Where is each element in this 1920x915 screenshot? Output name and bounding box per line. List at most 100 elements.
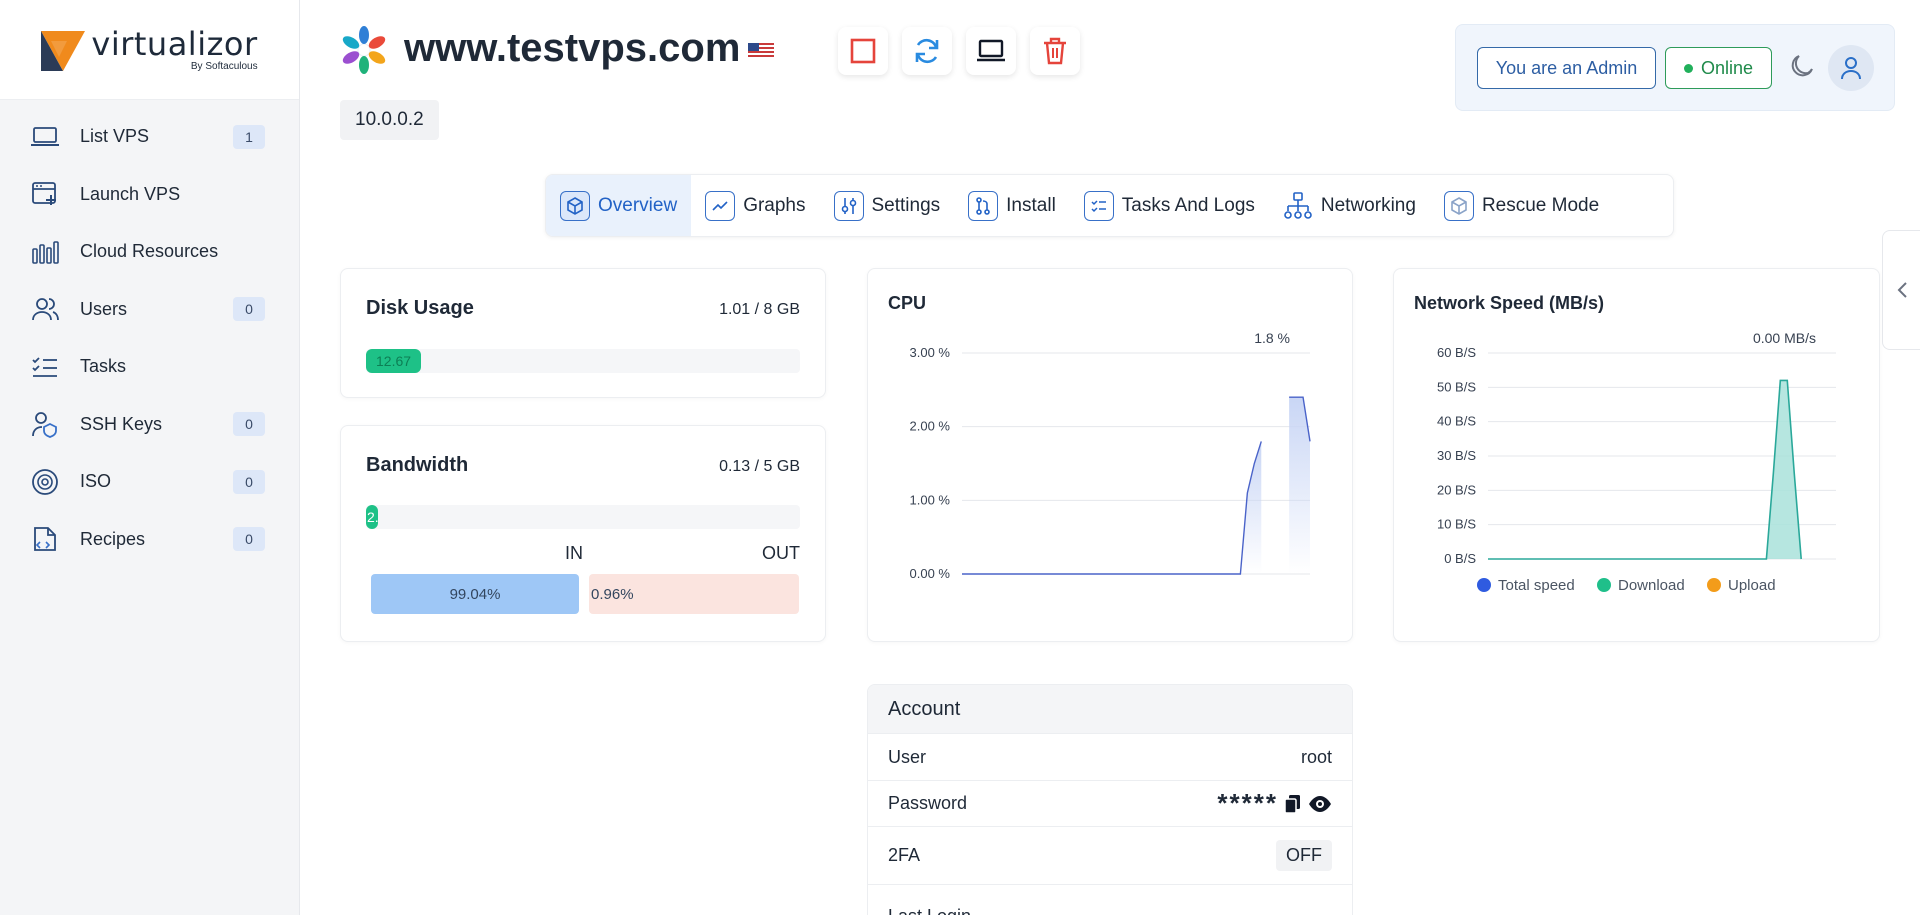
sidebar-item-label: Cloud Resources [80,241,219,262]
count-badge: 0 [233,469,265,494]
download-line [1488,379,1802,560]
disk-progress-track: 12.67 [366,349,800,373]
network-chart: 0 B/S 10 B/S 20 B/S 30 B/S 40 B/S 50 B/S 60 B/… [1437,330,1836,594]
network-icon [1283,191,1313,221]
network-speed-card: Network Speed (MB/s) 0 B/S 10 B/S 20 B/S 30… [1393,268,1880,642]
account-card: Account User root Password ***** 2FA OFF… [867,684,1353,915]
count-badge: 1 [233,124,265,149]
eye-icon[interactable] [1308,795,1332,813]
disk-progress-fill: 12.67 [366,349,421,373]
card-title: Disk Usage [366,297,474,319]
count-badge: 0 [233,412,265,437]
stop-icon [850,38,876,64]
os-logo-icon [342,26,386,74]
tab-label: Settings [871,194,941,216]
2fa-status-badge[interactable]: OFF [1276,840,1332,871]
copy-icon[interactable] [1284,794,1302,814]
y-tick-label: 20 B/S [1437,482,1476,497]
sidebar-item-iso[interactable]: ISO 0 [0,453,299,511]
trash-icon [1044,37,1066,65]
delete-button[interactable] [1030,27,1080,75]
brand-logo[interactable]: virtualizor By Softaculous [0,0,299,100]
tab-graphs[interactable]: Graphs [691,175,819,236]
disk-value: 1.01 / 8 GB [719,301,800,318]
password-mask: ***** [1217,788,1278,818]
sidebar-item-launch-vps[interactable]: Launch VPS [0,166,299,224]
box-icon [1443,190,1474,221]
legend-marker [1707,578,1721,592]
tab-tasks-and-logs[interactable]: Tasks And Logs [1070,175,1269,236]
cpu-card: CPU 0.00 % 1.00 % 2.00 % 3.00 % 1.8 % [867,268,1353,642]
tab-label: Tasks And Logs [1121,194,1255,216]
row-label: User [888,746,927,767]
sidebar-item-list-vps[interactable]: List VPS 1 [0,108,299,166]
admin-button[interactable]: You are an Admin [1477,47,1656,89]
moon-icon [1791,55,1813,77]
bandwidth-card: Bandwidth 0.13 / 5 GB 2. IN OUT 99.04% 0… [340,425,826,642]
user-value: root [1300,746,1332,767]
tab-rescue-mode[interactable]: Rescue Mode [1430,175,1613,236]
stop-button[interactable] [838,27,888,75]
account-row-last-login: Last Login [868,885,1352,915]
vps-ip: 10.0.0.2 [340,100,439,140]
tab-networking[interactable]: Networking [1269,175,1430,236]
legend-marker [1477,578,1491,592]
checklist-icon [1083,190,1114,221]
tab-settings[interactable]: Settings [820,175,955,236]
right-panel-toggle[interactable] [1882,230,1920,350]
vps-tabs: Overview Graphs Settings Install Tasks A… [545,174,1674,237]
chart-annotation: 0.00 MB/s [1753,330,1816,346]
sidebar-item-users[interactable]: Users 0 [0,281,299,339]
brand-sub: By Softaculous [190,60,258,72]
tab-label: Networking [1320,194,1416,216]
status-button[interactable]: Online [1665,47,1772,89]
sidebar-item-label: Users [80,298,128,319]
tasks-icon [30,352,60,382]
bandwidth-progress-fill: 2. [366,505,378,529]
row-label: 2FA [888,845,921,865]
row-label: Last Login [888,906,971,915]
sidebar: virtualizor By Softaculous List VPS 1 La… [0,0,300,915]
restart-button[interactable] [902,27,952,75]
vps-actions [838,27,1080,75]
count-badge: 0 [233,297,265,322]
y-tick-label: 60 B/S [1437,345,1476,360]
cpu-area [962,441,1262,574]
online-dot-icon [1683,63,1693,73]
tab-label: Overview [598,194,678,216]
status-label: Online [1700,57,1754,78]
dark-mode-toggle[interactable] [1786,51,1818,83]
sidebar-item-tasks[interactable]: Tasks [0,338,299,396]
account-row-user: User root [868,734,1352,781]
y-tick-label: 30 B/S [1437,448,1476,463]
virtualizor-logo-icon [41,30,86,71]
tab-install[interactable]: Install [954,175,1070,236]
bandwidth-progress-track: 2. [366,505,800,529]
tab-overview[interactable]: Overview [546,175,692,236]
sidebar-item-label: ISO [80,471,112,492]
row-label: Password [888,793,968,813]
cpu-chart: 0.00 % 1.00 % 2.00 % 3.00 % 1.8 % [910,330,1311,581]
sidebar-item-label: Launch VPS [80,183,181,204]
launch-icon [30,179,60,209]
sidebar-item-cloud-resources[interactable]: Cloud Resources [0,223,299,281]
chevron-left-icon [1897,282,1907,298]
legend-label: Total speed [1498,577,1575,594]
y-tick-label: 40 B/S [1437,414,1476,429]
sidebar-item-label: Tasks [80,356,127,377]
legend-label: Upload [1728,577,1776,594]
console-button[interactable] [966,27,1016,75]
bandwidth-value: 0.13 / 5 GB [719,458,800,475]
tab-label: Graphs [743,194,806,216]
y-tick-label: 3.00 % [910,345,951,360]
brand-name: virtualizor [91,24,258,63]
y-tick-label: 50 B/S [1437,379,1476,394]
recipe-icon [30,524,60,554]
sidebar-item-recipes[interactable]: Recipes 0 [0,511,299,569]
chart-annotation: 1.8 % [1254,330,1290,346]
tab-label: Rescue Mode [1481,194,1600,216]
y-tick-label: 2.00 % [910,419,951,434]
user-avatar[interactable] [1828,45,1874,91]
users-icon [30,294,60,324]
sidebar-item-ssh-keys[interactable]: SSH Keys 0 [0,396,299,454]
